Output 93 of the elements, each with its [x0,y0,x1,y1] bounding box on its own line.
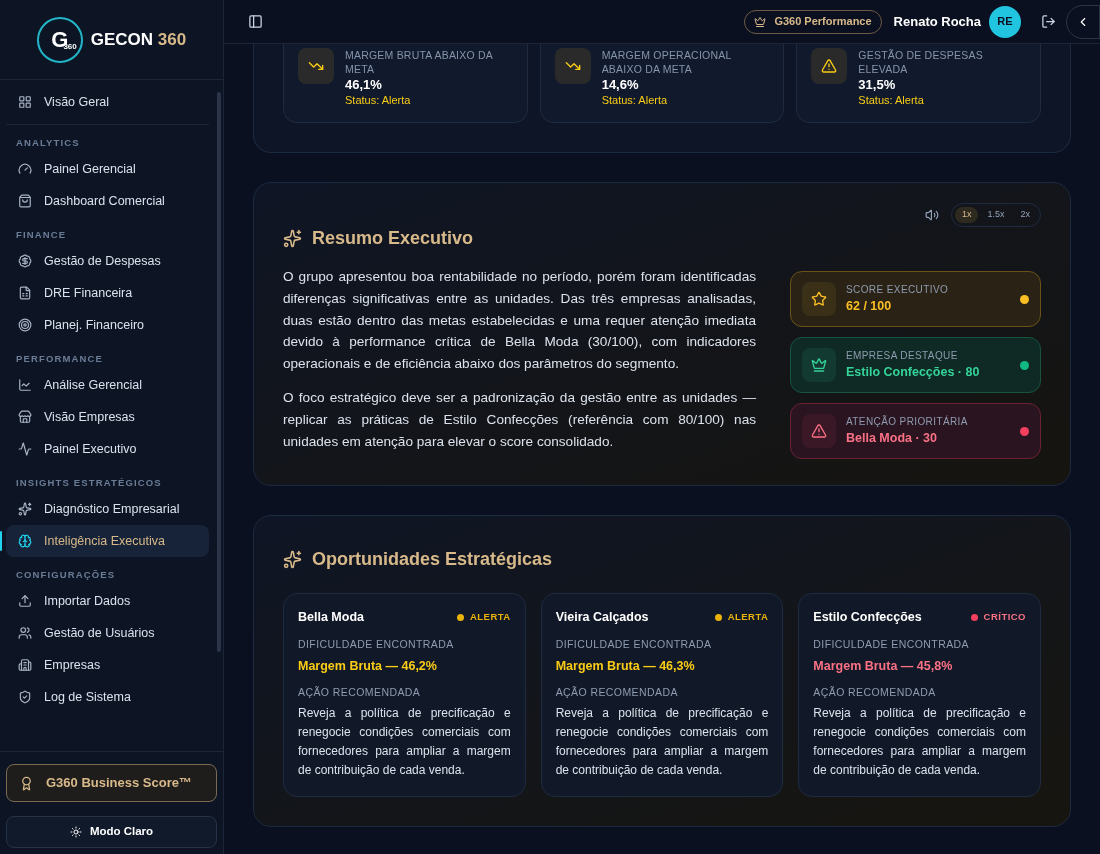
difficulty-value: Margem Bruta — 46,2% [298,657,438,675]
section-title: ANALYTICS [15,135,81,150]
dollar-icon [18,254,32,268]
section-title: FINANCE [15,227,68,242]
highlight-label: EMPRESA DESTAQUE [846,349,959,364]
highlight-value: Bella Moda · 30 [846,430,938,448]
sparkles-icon [283,550,302,569]
sidebar-item[interactable]: Gestão de Usuários [6,617,209,649]
sidebar-item[interactable]: Análise Gerencial [6,369,209,401]
company-name: Estilo Confecções [813,609,922,626]
brain-icon [18,534,32,548]
sparkles-icon [18,502,32,516]
upload-icon [18,594,32,608]
users-icon [18,626,32,640]
business-score-button[interactable]: G360 Business Score™ [6,764,217,802]
crown-icon [811,357,827,373]
action-label: AÇÃO RECOMENDADA [555,685,679,701]
alert-label: GESTÃO DE DESPESAS ELEVADA [858,48,984,76]
status-label: ALERTA [727,610,769,625]
highlight-label: ATENÇÃO PRIORITÁRIA [846,414,969,430]
user-name: Renato Rocha [893,12,981,31]
sidebar-item[interactable]: Painel Gerencial [6,153,209,185]
section-title: INSIGHTS ESTRATÉGICOS [15,475,163,490]
difficulty-label: DIFICULDADE ENCONTRADA [298,636,455,652]
sidebar-item[interactable]: Visão Empresas [6,401,209,433]
alert-value: 14,6% [601,76,640,93]
sidebar-item[interactable]: Planej. Financeiro [6,309,209,341]
shield-icon [18,690,32,704]
line-chart-icon [18,378,32,392]
speaker-icon[interactable] [924,208,939,222]
action-text: Reveja a política de precificação e renegocie condições comerciais com fornecedores para ampliar a margem de contribuição de cada venda. [298,705,511,779]
company-name: Bella Moda [298,609,364,626]
speed-option[interactable]: 2x [1013,207,1037,223]
gauge-icon [18,162,32,176]
highlight-label: SCORE EXECUTIVO [846,283,950,298]
alert-label: MARGEM OPERACIONAL ABAIXO DA META [601,48,733,76]
logout-icon[interactable] [1041,14,1056,29]
sparkles-icon [283,229,302,248]
sidebar-item[interactable]: Gestão de Despesas [6,245,209,277]
highlight-value: 62 / 100 [846,298,893,316]
alert-status: Status: Alerta [345,93,412,108]
active-indicator [0,531,2,551]
sidebar-item[interactable]: Diagnóstico Empresarial [6,493,209,525]
summary-paragraph: O grupo apresentou boa rentabilidade no período, porém foram identificadas diferenças significativas entre as unidades. Das três empresas analisadas, duas estão dentro das metas estabelecidas e uma requer atenção imediata devido à performance crítica de Bella Moda (30/100), com indicadores operacionais e de eficiência abaixo dos parâmetros do segmento. [283,268,756,374]
action-text: Reveja a política de precificação e renegocie condições comerciais com fornecedores para ampliar a margem de contribuição de cada venda. [813,705,1026,779]
sun-icon [69,826,82,838]
sidebar-toggle-icon[interactable] [248,14,263,29]
section-title: PERFORMANCE [15,351,104,366]
warning-icon [811,423,827,439]
document-icon [18,286,32,300]
status-label: CRÍTICO [983,610,1026,625]
action-label: AÇÃO RECOMENDADA [298,685,422,701]
panel-title: Oportunidades Estratégicas [312,548,553,571]
difficulty-label: DIFICULDADE ENCONTRADA [813,636,970,652]
difficulty-value: Margem Bruta — 45,8% [813,657,954,675]
speed-option[interactable]: 1x [954,207,979,223]
user-avatar[interactable]: RE [989,5,1021,38]
alert-value: 46,1% [345,76,383,93]
sidebar-item[interactable]: Log de Sistema [6,681,209,713]
sidebar-item[interactable]: Importar Dados [6,585,209,617]
sidebar-item[interactable]: Empresas [6,649,209,681]
highlight-value: Estilo Confecções · 80 [846,364,981,382]
alert-value: 31,5% [858,76,897,93]
pulse-icon [18,442,32,456]
building-icon [18,658,32,672]
warning-icon [821,58,838,74]
alert-label: MARGEM BRUTA ABAIXO DA META [345,48,494,76]
difficulty-label: DIFICULDADE ENCONTRADA [555,636,713,652]
company-name: Vieira Calçados [555,609,649,626]
bag-icon [18,194,32,208]
alert-status: Status: Alerta [601,93,669,108]
section-title: CONFIGURAÇÕES [15,567,117,582]
sidebar-item[interactable]: Painel Executivo [6,433,209,465]
brand-name: GECON 360 [90,28,187,51]
action-text: Reveja a política de precificação e renegocie condições comerciais com fornecedores para ampliar a margem de contribuição de cada venda. [555,705,769,779]
panel-title: Resumo Executivo [312,227,474,250]
sidebar-item[interactable]: DRE Financeira [6,277,209,309]
target-icon [18,318,32,332]
alert-status: Status: Alerta [858,93,925,108]
store-icon [18,410,32,424]
action-label: AÇÃO RECOMENDADA [813,685,937,701]
star-icon [811,291,827,307]
theme-toggle-button[interactable]: Modo Claro [6,816,217,848]
difficulty-value: Margem Bruta — 46,3% [555,657,696,675]
status-label: ALERTA [470,610,511,625]
summary-paragraph: O foco estratégico deve ser a padronização da gestão entre as unidades — replicar as práticas de Estilo Confecções (referência com 80/100) nas unidades em atenção para elevar o score consolidado. [283,389,756,451]
crown-icon [754,15,767,28]
award-icon [19,775,34,791]
speed-option[interactable]: 1.5x [980,207,1012,223]
grid-icon [18,95,32,109]
logo-icon: G360 [36,16,83,63]
sidebar-item[interactable]: Visão Geral [6,86,209,118]
sidebar-item[interactable]: Dashboard Comercial [6,185,209,217]
